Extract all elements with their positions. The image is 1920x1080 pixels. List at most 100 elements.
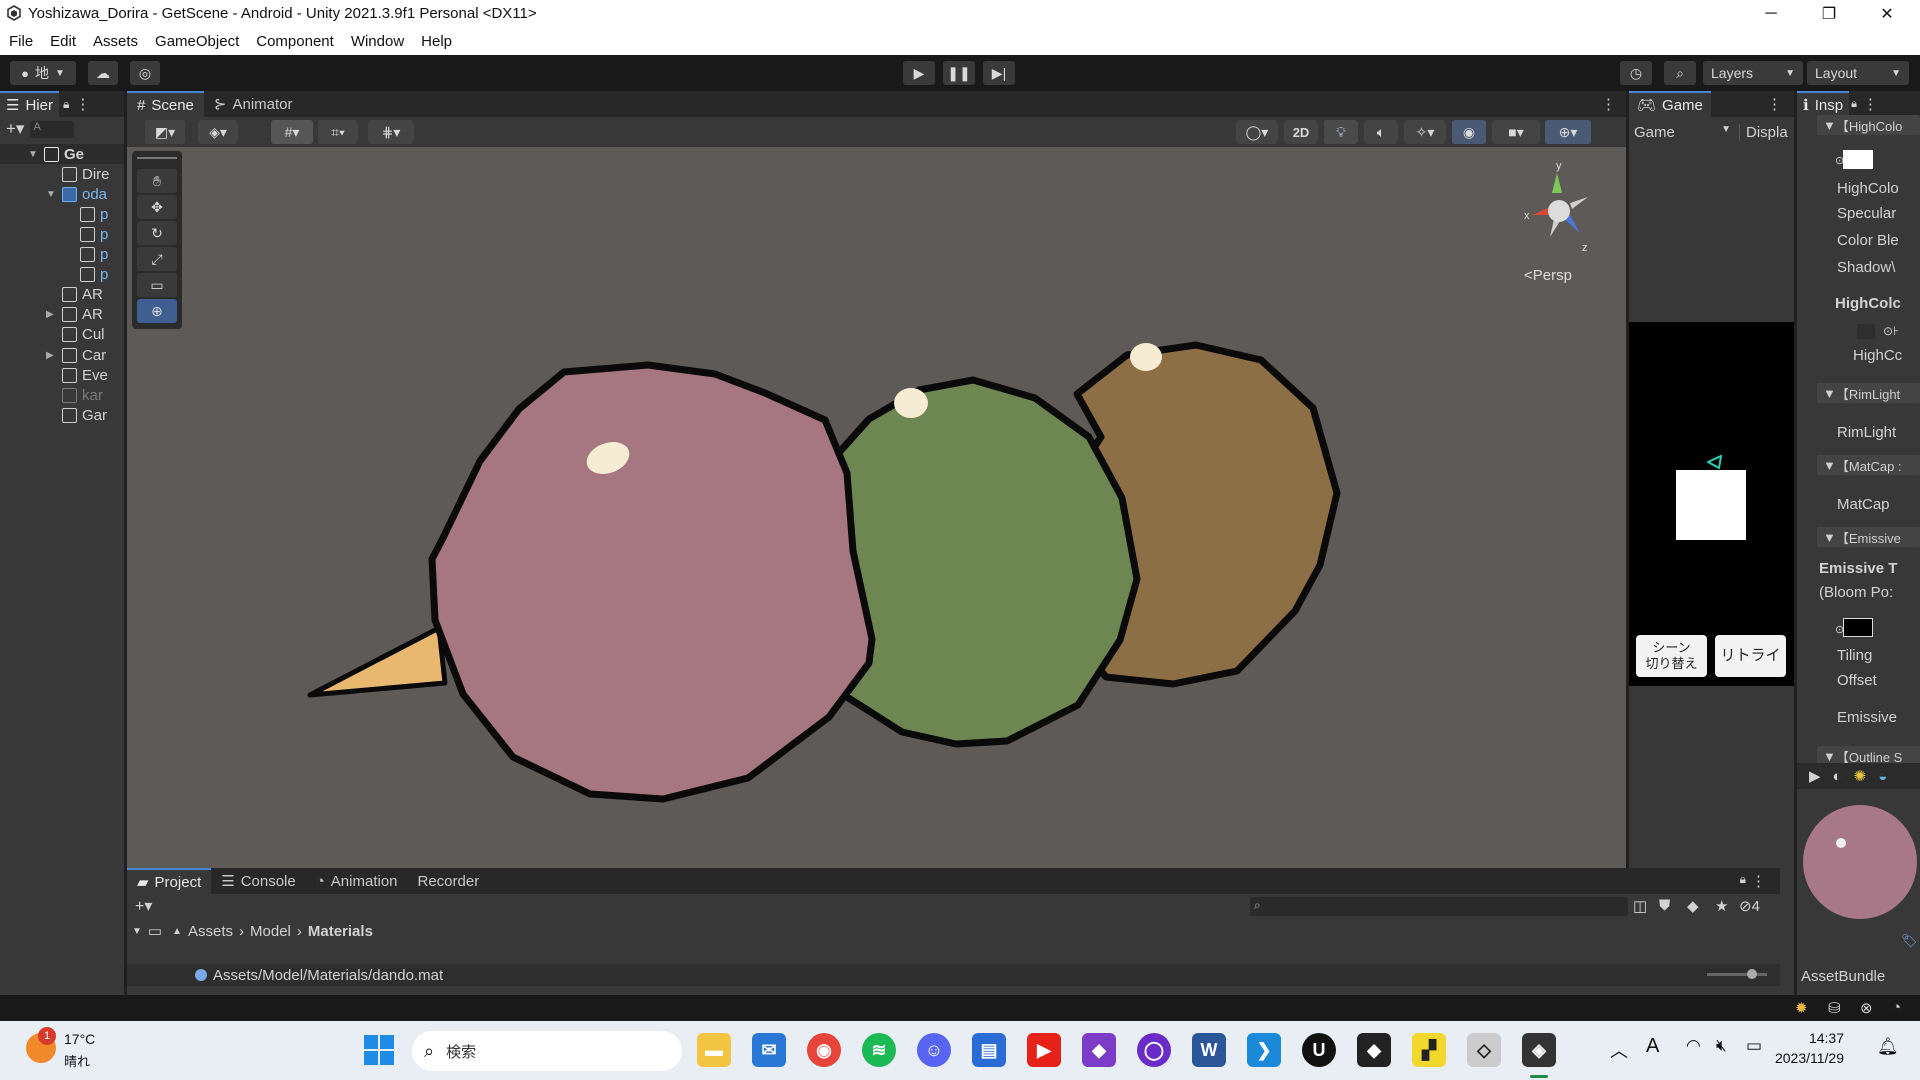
- network-icon[interactable]: ⊗: [1860, 999, 1873, 1017]
- notification-bell-icon[interactable]: 🔔︎: [1877, 1037, 1899, 1057]
- hierarchy-row[interactable]: AR: [0, 285, 124, 305]
- hierarchy-row[interactable]: ▼ Ge: [0, 144, 124, 164]
- game-display-dropdown[interactable]: Game ▼: [1629, 124, 1739, 141]
- chevron-up-icon[interactable]: ︿: [1610, 1037, 1628, 1063]
- notepad-icon[interactable]: ▤: [972, 1033, 1006, 1067]
- highcolor-toggle[interactable]: [1857, 324, 1875, 339]
- youtube-icon[interactable]: ▶: [1027, 1033, 1061, 1067]
- light-icon[interactable]: ✺: [1854, 767, 1867, 785]
- file-explorer-icon[interactable]: ▬: [697, 1033, 731, 1067]
- render-mode-dropdown[interactable]: ◈▾: [198, 120, 238, 144]
- menu-assets[interactable]: Assets: [93, 33, 138, 50]
- word-icon[interactable]: W: [1192, 1033, 1226, 1067]
- fold-highcolor[interactable]: ▼ 【HighColo: [1817, 115, 1920, 135]
- projection-label[interactable]: <Persp: [1524, 267, 1572, 284]
- lock-icon[interactable]: 🔒︎: [1740, 872, 1746, 887]
- scene-switch-button[interactable]: シーン 切り替え: [1636, 635, 1707, 677]
- breadcrumb-model[interactable]: Model: [250, 923, 291, 940]
- restore-button[interactable]: ❐: [1800, 0, 1858, 28]
- color-icon[interactable]: ◒: [1878, 768, 1887, 785]
- collapse-icon[interactable]: ▲: [172, 926, 182, 937]
- box-app-icon[interactable]: ◆: [1357, 1033, 1391, 1067]
- icon-size-slider[interactable]: [1707, 969, 1767, 979]
- gizmo-center[interactable]: [1548, 200, 1570, 222]
- menu-help[interactable]: Help: [421, 33, 452, 50]
- fold-matcap[interactable]: ▼ 【MatCap :: [1817, 455, 1920, 475]
- breadcrumb-materials[interactable]: Materials: [308, 923, 373, 940]
- highcolor-swatch[interactable]: [1843, 150, 1873, 169]
- hierarchy-row[interactable]: Cul: [0, 325, 124, 345]
- unity-hub-icon[interactable]: ◇: [1467, 1033, 1501, 1067]
- discord-icon[interactable]: ☺: [917, 1033, 951, 1067]
- add-icon[interactable]: +▾: [135, 896, 152, 916]
- collab-icon[interactable]: ◎: [130, 61, 160, 85]
- search-icon[interactable]: ⌕: [1664, 61, 1696, 85]
- effects-dropdown[interactable]: ✧▾: [1404, 120, 1446, 144]
- cloud-icon[interactable]: ☁: [88, 61, 118, 85]
- layers-dropdown[interactable]: Layers ▼: [1703, 61, 1803, 85]
- mail-icon[interactable]: ✉: [752, 1033, 786, 1067]
- project-search-input[interactable]: ⌕: [1250, 897, 1628, 916]
- favorite-icon[interactable]: ★: [1715, 897, 1728, 915]
- dango-model[interactable]: [127, 147, 1626, 868]
- github-icon[interactable]: ◯: [1137, 1033, 1171, 1067]
- clock-date[interactable]: 2023/11/29: [1760, 1050, 1844, 1066]
- hierarchy-row[interactable]: Gar: [0, 405, 124, 425]
- weather-temp[interactable]: 17°C: [64, 1031, 95, 1047]
- menu-file[interactable]: File: [9, 33, 33, 50]
- chevron-right-icon[interactable]: ▶: [46, 309, 54, 320]
- gizmos-dropdown[interactable]: ⊕▾: [1545, 120, 1591, 144]
- hierarchy-row[interactable]: ▶ Car: [0, 345, 124, 365]
- tab-animator[interactable]: ⊱ Animator: [204, 91, 303, 117]
- add-icon[interactable]: +▾: [6, 119, 24, 139]
- chevron-down-icon[interactable]: ▼: [28, 149, 38, 160]
- tab-animation[interactable]: ◔ Animation: [306, 868, 408, 894]
- grid-plane-dropdown[interactable]: ⋕▾: [368, 120, 414, 144]
- fold-rimlight[interactable]: ▼ 【RimLight: [1817, 383, 1920, 403]
- hierarchy-search-input[interactable]: A: [30, 120, 75, 138]
- gizmo-y-arrow[interactable]: [1552, 173, 1562, 193]
- tab-inspector[interactable]: ℹ Insp: [1797, 91, 1850, 117]
- chrome-icon[interactable]: ◉: [807, 1033, 841, 1067]
- tab-console[interactable]: ☰ Console: [211, 868, 306, 894]
- history-icon[interactable]: ◷: [1620, 61, 1652, 85]
- tab-project[interactable]: ▰ Project: [127, 868, 212, 894]
- hidden-count[interactable]: ⊘4: [1739, 897, 1760, 915]
- visibility-toggle[interactable]: ◉: [1452, 120, 1486, 144]
- hierarchy-row[interactable]: p: [0, 204, 124, 224]
- hierarchy-row[interactable]: Eve: [0, 365, 124, 385]
- ime-indicator[interactable]: A: [1646, 1035, 1659, 1058]
- tab-scene[interactable]: # Scene: [127, 91, 204, 117]
- spotify-icon[interactable]: ≋: [862, 1033, 896, 1067]
- visual-studio-icon[interactable]: ◆: [1082, 1033, 1116, 1067]
- more-icon[interactable]: ⋮: [75, 95, 90, 113]
- chevron-down-icon[interactable]: ▼: [46, 189, 56, 200]
- tab-recorder[interactable]: Recorder: [408, 868, 490, 894]
- menu-window[interactable]: Window: [351, 33, 404, 50]
- step-button[interactable]: ▶|: [983, 61, 1015, 85]
- material-preview[interactable]: [1801, 803, 1919, 921]
- slider-thumb[interactable]: [1747, 969, 1757, 979]
- scene-view[interactable]: ✋︎ ✥ ↻ ⤢ ▭ ⊕ y x z <Persp: [127, 147, 1626, 868]
- hierarchy-row[interactable]: ▼ oda: [0, 184, 124, 204]
- close-button[interactable]: ✕: [1858, 0, 1916, 28]
- shading-dropdown[interactable]: ◯▾: [1236, 120, 1278, 144]
- progress-icon[interactable]: ◔: [1892, 999, 1901, 1016]
- unity-editor-icon[interactable]: ◈: [1522, 1033, 1556, 1067]
- cache-icon[interactable]: ⛁: [1828, 999, 1841, 1017]
- tab-game[interactable]: 🎮︎ Game: [1629, 91, 1711, 117]
- orientation-gizmo[interactable]: y x z: [1502, 155, 1612, 260]
- play-preview-icon[interactable]: ▶: [1809, 767, 1821, 785]
- more-icon[interactable]: ⋮: [1863, 95, 1878, 113]
- vscode-icon[interactable]: ❯: [1247, 1033, 1281, 1067]
- menu-component[interactable]: Component: [256, 33, 334, 50]
- more-icon[interactable]: ⋮: [1751, 872, 1766, 890]
- lock-icon[interactable]: 🔒︎: [1851, 98, 1857, 111]
- layout-dropdown[interactable]: Layout ▼: [1807, 61, 1909, 85]
- more-icon[interactable]: ⋮: [1601, 95, 1616, 113]
- mode-2d-toggle[interactable]: 2D: [1284, 120, 1318, 144]
- taskbar-search-box[interactable]: ⌕ 検索: [412, 1031, 682, 1071]
- hierarchy-row[interactable]: Dire: [0, 164, 124, 184]
- snap-increment-dropdown[interactable]: ⌗▾: [318, 120, 358, 144]
- hierarchy-row[interactable]: kar: [0, 385, 124, 405]
